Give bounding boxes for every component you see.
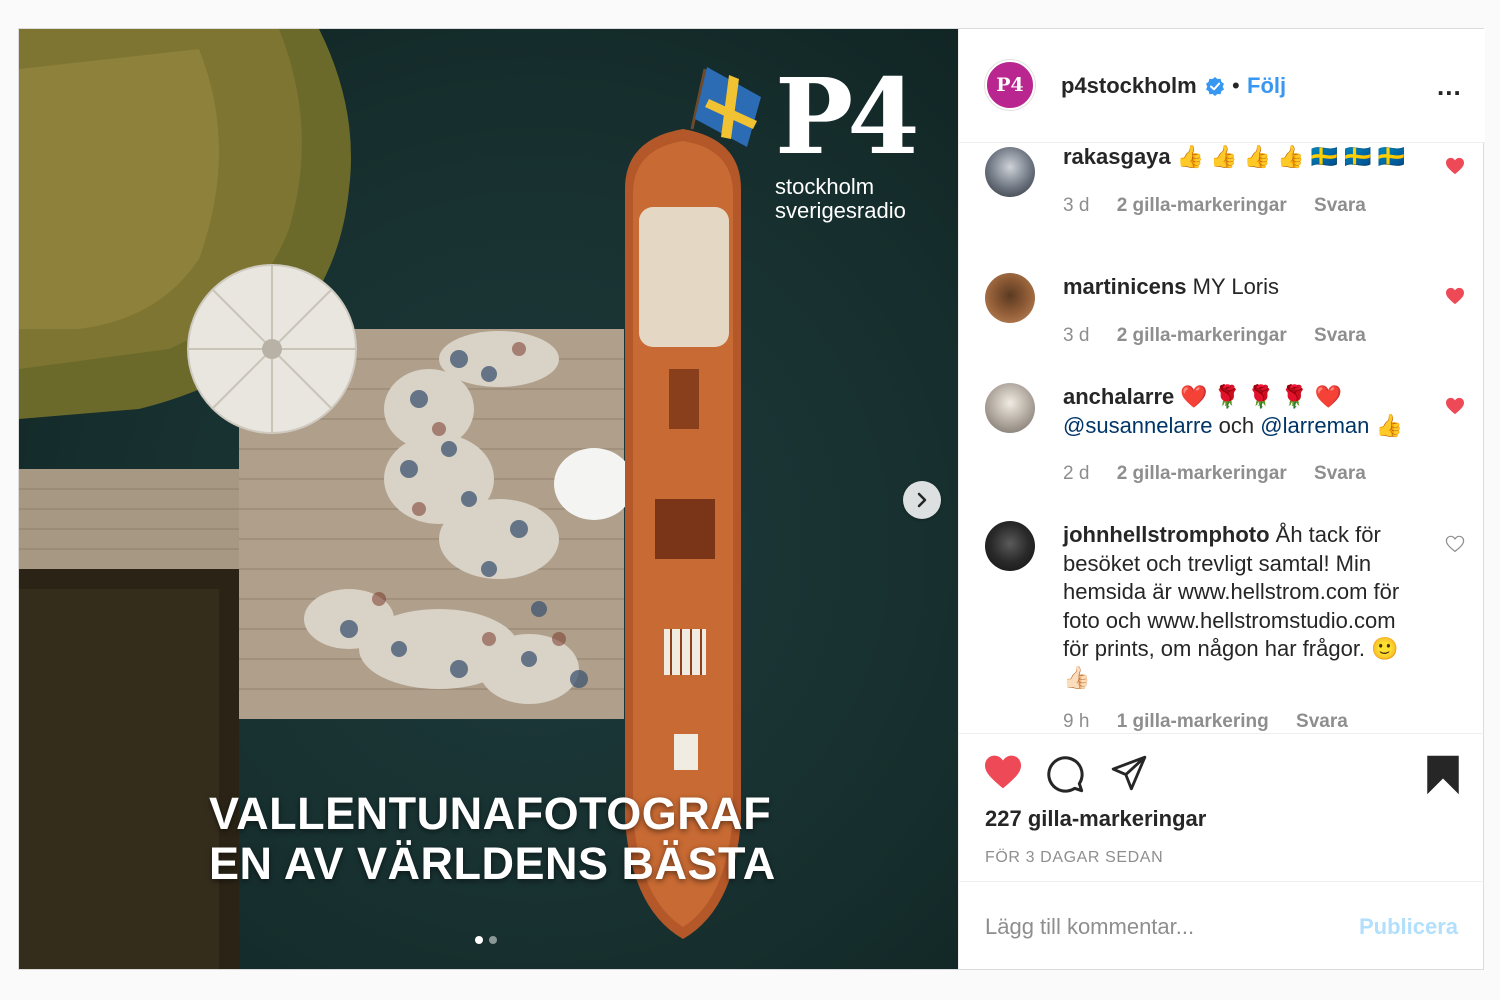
- post-actions: 227 gilla-markeringar FÖR 3 DAGAR SEDAN: [959, 733, 1485, 881]
- comment-username[interactable]: johnhellstromphoto: [1063, 522, 1270, 547]
- comments-list[interactable]: rakasgaya 👍 👍 👍 👍 🇸🇪 🇸🇪 🇸🇪 3 d 2 gilla-m…: [959, 143, 1485, 733]
- carousel-next-button[interactable]: [903, 481, 941, 519]
- logo-line-1: stockholm: [775, 174, 875, 199]
- comment-text: rakasgaya 👍 👍 👍 👍 🇸🇪 🇸🇪 🇸🇪: [1063, 143, 1423, 172]
- post-timestamp[interactable]: FÖR 3 DAGAR SEDAN: [985, 849, 1163, 867]
- comment-time[interactable]: 3 d: [1063, 325, 1089, 346]
- post-header: P4 p4stockholm • Följ ...: [959, 29, 1485, 143]
- overlay-line-1: VALLENTUNAFOTOGRAF: [209, 788, 772, 839]
- comment-meta: 3 d 2 gilla-markeringar Svara: [1063, 195, 1388, 217]
- bookmark-saved-icon[interactable]: [1425, 754, 1461, 796]
- add-comment-bar: Lägg till kommentar... Publicera: [959, 881, 1485, 969]
- comment-text: martinicens MY Loris: [1063, 273, 1423, 302]
- verified-badge-icon: [1206, 77, 1224, 96]
- comment-likes[interactable]: 2 gilla-markeringar: [1117, 325, 1287, 346]
- avatar[interactable]: [985, 383, 1035, 433]
- comment-likes[interactable]: 1 gilla-markering: [1117, 711, 1269, 732]
- header-username[interactable]: p4stockholm: [1061, 73, 1197, 99]
- comment-heart-filled-icon[interactable]: [1445, 397, 1465, 415]
- comment-bubble-icon[interactable]: [1045, 754, 1085, 794]
- likes-count[interactable]: 227 gilla-markeringar: [985, 806, 1206, 832]
- comment-heart-filled-icon[interactable]: [1445, 287, 1465, 305]
- share-send-icon[interactable]: [1109, 754, 1149, 792]
- comment-text: anchalarre ❤️ 🌹 🌹 🌹 ❤️ @susannelarre och…: [1063, 383, 1423, 440]
- carousel-dot: [475, 936, 483, 944]
- reply-button[interactable]: Svara: [1314, 195, 1366, 216]
- comment-content: Åh tack för besöket och trevligt samtal!…: [1063, 522, 1400, 690]
- comment-username[interactable]: rakasgaya: [1063, 144, 1171, 169]
- comment-emoji: 👍: [1375, 412, 1403, 438]
- comment-content: MY Loris: [1192, 274, 1280, 299]
- p4-logo-mark: P4: [775, 55, 920, 178]
- comment-input[interactable]: Lägg till kommentar...: [985, 914, 1194, 940]
- comment-username[interactable]: martinicens: [1063, 274, 1187, 299]
- follow-button[interactable]: Följ: [1247, 73, 1286, 99]
- post-sidebar: P4 p4stockholm • Följ ... rakasgaya 👍 👍 …: [958, 29, 1485, 969]
- p4-logo: P4 stockholm sverigesradio: [775, 55, 935, 223]
- reply-button[interactable]: Svara: [1314, 325, 1366, 346]
- avatar[interactable]: [985, 147, 1035, 197]
- logo-line-2: sverigesradio: [775, 198, 906, 223]
- comment-meta: 3 d 2 gilla-markeringar Svara: [1063, 325, 1388, 347]
- overlay-line-2: EN AV VÄRLDENS BÄSTA: [209, 838, 776, 889]
- post-image[interactable]: P4 stockholm sverigesradio VALLENTUNAFOT…: [19, 29, 958, 969]
- image-overlay-title: VALLENTUNAFOTOGRAF EN AV VÄRLDENS BÄSTA: [209, 788, 776, 889]
- header-separator: •: [1232, 73, 1240, 98]
- publish-button[interactable]: Publicera: [1359, 914, 1458, 940]
- reply-button[interactable]: Svara: [1296, 711, 1348, 732]
- comment-content: 👍 👍 👍 👍 🇸🇪 🇸🇪 🇸🇪: [1176, 144, 1406, 169]
- comment-meta: 9 h 1 gilla-markering Svara: [1063, 711, 1370, 733]
- carousel-dots: [475, 936, 497, 944]
- more-options-icon[interactable]: ...: [1437, 71, 1462, 102]
- reply-button[interactable]: Svara: [1314, 463, 1366, 484]
- carousel-dot: [489, 936, 497, 944]
- comment-heart-filled-icon[interactable]: [1445, 157, 1465, 175]
- comment-heart-outline-icon[interactable]: [1445, 535, 1465, 553]
- comment-username[interactable]: anchalarre: [1063, 384, 1174, 409]
- comment-time[interactable]: 9 h: [1063, 711, 1089, 732]
- instagram-post: P4 stockholm sverigesradio VALLENTUNAFOT…: [18, 28, 1485, 970]
- comment-meta: 2 d 2 gilla-markeringar Svara: [1063, 463, 1388, 485]
- like-heart-filled-icon[interactable]: [983, 754, 1023, 790]
- mention-link[interactable]: @susannelarre: [1063, 413, 1213, 438]
- comment-likes[interactable]: 2 gilla-markeringar: [1117, 195, 1287, 216]
- comment-conjunction: och: [1218, 412, 1255, 438]
- avatar[interactable]: [985, 273, 1035, 323]
- chevron-right-icon: [917, 492, 927, 508]
- avatar[interactable]: P4: [985, 60, 1035, 110]
- comment-likes[interactable]: 2 gilla-markeringar: [1117, 463, 1287, 484]
- mention-link[interactable]: @larreman: [1260, 413, 1369, 438]
- comment-text: johnhellstromphoto Åh tack för besöket o…: [1063, 521, 1423, 692]
- comment-time[interactable]: 3 d: [1063, 195, 1089, 216]
- avatar[interactable]: [985, 521, 1035, 571]
- comment-time[interactable]: 2 d: [1063, 463, 1089, 484]
- comment-content: ❤️ 🌹 🌹 🌹 ❤️: [1180, 384, 1342, 409]
